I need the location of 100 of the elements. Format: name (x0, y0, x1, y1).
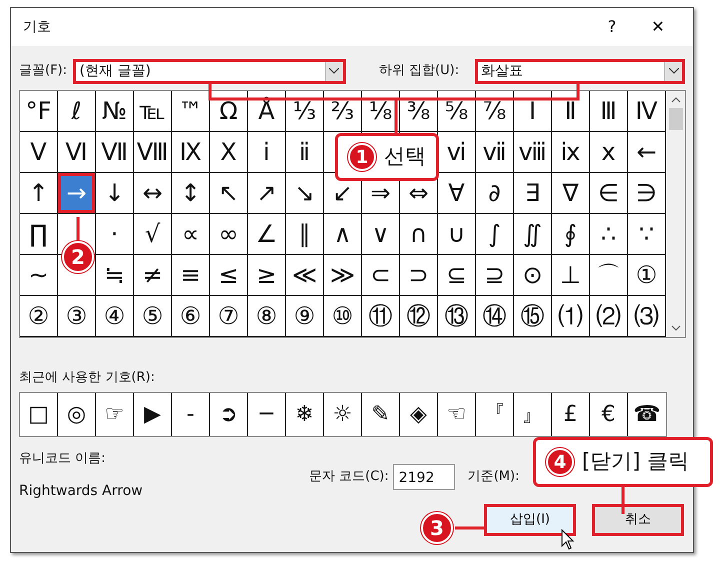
symbol-cell[interactable]: ⅝ (438, 91, 476, 132)
scroll-thumb[interactable] (668, 108, 682, 130)
symbol-cell[interactable]: √ (134, 214, 172, 255)
symbol-cell[interactable]: ℓ (58, 91, 96, 132)
symbol-cell[interactable]: Ⅷ (134, 132, 172, 173)
symbol-cell[interactable]: ∩ (400, 214, 438, 255)
symbol-cell[interactable]: ∃ (514, 173, 552, 214)
symbol-cell[interactable]: ⅱ (286, 132, 324, 173)
symbol-cell[interactable]: Ⅰ (514, 91, 552, 132)
symbol-cell[interactable]: Ⅴ (20, 132, 58, 173)
symbol-cell[interactable]: ⑮ (514, 296, 552, 337)
symbol-cell[interactable]: ⊇ (476, 255, 514, 296)
symbol-cell[interactable]: ② (20, 296, 58, 337)
callout-text: [닫기] 클릭 (582, 448, 690, 476)
symbol-cell[interactable]: ⅰ (248, 132, 286, 173)
scroll-up-icon[interactable] (670, 96, 680, 104)
font-dropdown[interactable]: (현재 글꼴) (73, 58, 346, 84)
cancel-button[interactable]: 취소 (592, 504, 684, 536)
symbol-cell[interactable]: Ω (210, 91, 248, 132)
symbol-cell[interactable]: ⊃ (400, 255, 438, 296)
symbol-cell[interactable]: ⌒ (590, 255, 628, 296)
char-code-field[interactable]: 2192 (392, 464, 455, 490)
subset-dropdown[interactable]: 화살표 (474, 58, 685, 84)
symbol-cell[interactable]: ™ (172, 91, 210, 132)
symbol-cell[interactable]: → (58, 173, 96, 214)
recent-symbol[interactable]: ☎ (628, 392, 666, 436)
symbol-cell[interactable]: № (96, 91, 134, 132)
symbol-cell[interactable]: ⑨ (286, 296, 324, 337)
symbol-cell[interactable]: ↗ (248, 173, 286, 214)
symbol-cell[interactable]: ∪ (438, 214, 476, 255)
symbol-cell[interactable]: Ⅶ (96, 132, 134, 173)
symbol-cell[interactable]: ∝ (172, 214, 210, 255)
symbol-cell[interactable]: ≪ (286, 255, 324, 296)
symbol-cell[interactable]: ↓ (96, 173, 134, 214)
symbol-cell[interactable]: ⅜ (400, 91, 438, 132)
symbol-cell[interactable]: ∫ (476, 214, 514, 255)
symbol-cell[interactable]: ∂ (476, 173, 514, 214)
symbol-cell[interactable]: ⑫ (400, 296, 438, 337)
symbol-cell[interactable]: ≒ (96, 255, 134, 296)
symbol-cell[interactable]: ④ (96, 296, 134, 337)
symbol-cell[interactable]: ∈ (590, 173, 628, 214)
symbol-cell[interactable]: ℡ (134, 91, 172, 132)
symbol-cell[interactable]: Ⅱ (552, 91, 590, 132)
symbol-cell[interactable]: ⅓ (286, 91, 324, 132)
symbol-cell[interactable]: ⅛ (362, 91, 400, 132)
font-label: 글꼴(F): (19, 62, 68, 80)
symbol-cell[interactable]: ⑧ (248, 296, 286, 337)
scrollbar[interactable] (666, 91, 685, 337)
symbol-cell[interactable]: ⅷ (514, 132, 552, 173)
symbol-cell[interactable]: ⑦ (210, 296, 248, 337)
symbol-cell[interactable]: ⅞ (476, 91, 514, 132)
window-title: 기호 (23, 18, 52, 36)
symbol-cell[interactable]: ⑩ (324, 296, 362, 337)
symbol-cell[interactable]: ∠ (248, 214, 286, 255)
symbol-cell[interactable]: ⅔ (324, 91, 362, 132)
symbol-cell[interactable]: ≥ (248, 255, 286, 296)
symbol-cell[interactable]: ∏ (20, 214, 58, 255)
symbol-cell[interactable]: ⑪ (362, 296, 400, 337)
symbol-cell[interactable]: °F (20, 91, 58, 132)
symbol-cell[interactable]: ③ (58, 296, 96, 337)
symbol-cell[interactable]: ↕ (172, 173, 210, 214)
close-button[interactable]: ✕ (635, 15, 681, 39)
symbol-cell[interactable]: ∼ (20, 255, 58, 296)
symbol-cell[interactable]: · (96, 214, 134, 255)
symbol-cell[interactable]: ∬ (514, 214, 552, 255)
symbol-cell[interactable]: ⅶ (476, 132, 514, 173)
symbol-cell[interactable]: ⊆ (438, 255, 476, 296)
help-button[interactable]: ? (589, 15, 635, 39)
symbol-cell[interactable]: ⑬ (438, 296, 476, 337)
symbol-cell[interactable]: ∮ (552, 214, 590, 255)
symbol-cell[interactable]: ⅸ (552, 132, 590, 173)
symbol-cell[interactable]: ⊥ (552, 255, 590, 296)
symbol-cell[interactable]: ∇ (552, 173, 590, 214)
symbol-cell[interactable]: ⊙ (514, 255, 552, 296)
pointer-icon (561, 529, 575, 551)
symbol-cell[interactable]: Ⅸ (172, 132, 210, 173)
symbol-cell[interactable]: ∨ (362, 214, 400, 255)
symbol-cell[interactable]: ⑴ (552, 296, 590, 337)
symbol-cell[interactable]: ≡ (172, 255, 210, 296)
symbol-cell[interactable]: ⊂ (362, 255, 400, 296)
symbol-cell[interactable]: Ⅹ (210, 132, 248, 173)
symbol-cell[interactable]: ≠ (134, 255, 172, 296)
step-badge: 1 (348, 143, 376, 171)
symbol-cell[interactable]: ∥ (286, 214, 324, 255)
symbol-cell[interactable]: ∴ (590, 214, 628, 255)
symbol-cell[interactable]: ⑭ (476, 296, 514, 337)
symbol-cell[interactable]: ↔ (134, 173, 172, 214)
insert-button[interactable]: 삽입(I) (484, 504, 576, 536)
symbol-cell[interactable]: ⑤ (134, 296, 172, 337)
symbol-cell[interactable]: ⑥ (172, 296, 210, 337)
symbol-cell[interactable]: ≫ (324, 255, 362, 296)
symbol-cell[interactable]: ∞ (210, 214, 248, 255)
symbol-cell[interactable]: ⑵ (590, 296, 628, 337)
symbol-cell[interactable]: ⅹ (590, 132, 628, 173)
symbol-cell[interactable]: ↖ (210, 173, 248, 214)
symbol-cell[interactable]: ↘ (286, 173, 324, 214)
scroll-down-icon[interactable] (670, 324, 680, 332)
symbol-cell[interactable]: Ⅲ (590, 91, 628, 132)
symbol-cell[interactable]: ≤ (210, 255, 248, 296)
symbol-cell[interactable]: ∧ (324, 214, 362, 255)
